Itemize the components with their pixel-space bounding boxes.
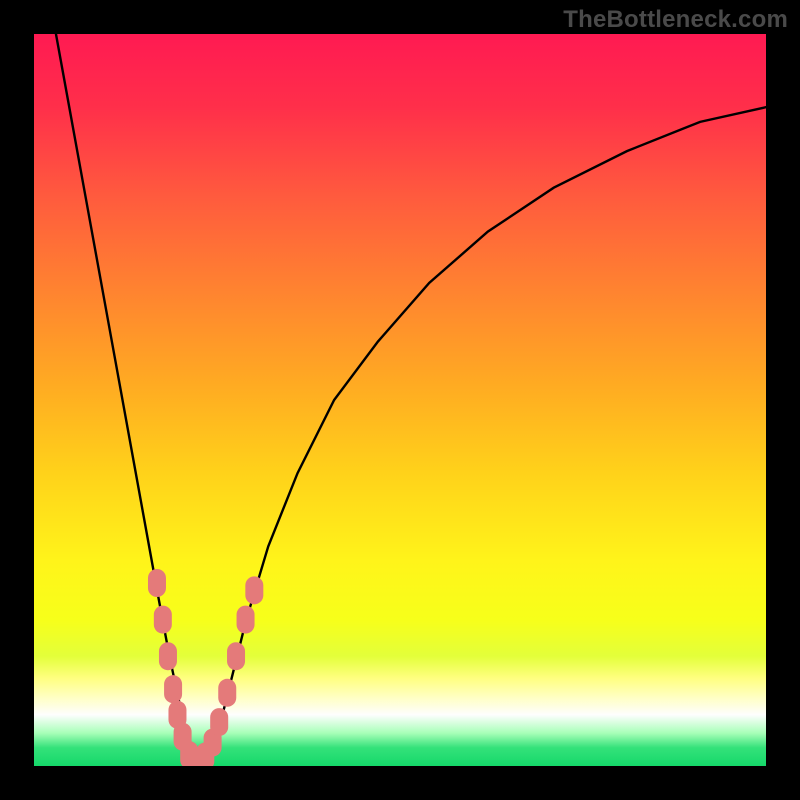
- highlight-marker: [237, 606, 255, 634]
- highlight-marker: [227, 642, 245, 670]
- highlight-marker: [245, 576, 263, 604]
- highlight-marker: [210, 708, 228, 736]
- bottleneck-chart: [34, 34, 766, 766]
- gradient-background: [34, 34, 766, 766]
- watermark-text: TheBottleneck.com: [563, 6, 788, 34]
- highlight-marker: [218, 679, 236, 707]
- highlight-marker: [164, 675, 182, 703]
- highlight-marker: [159, 642, 177, 670]
- highlight-marker: [154, 606, 172, 634]
- plot-area: [34, 34, 766, 766]
- highlight-marker: [148, 569, 166, 597]
- chart-frame: TheBottleneck.com: [0, 0, 800, 800]
